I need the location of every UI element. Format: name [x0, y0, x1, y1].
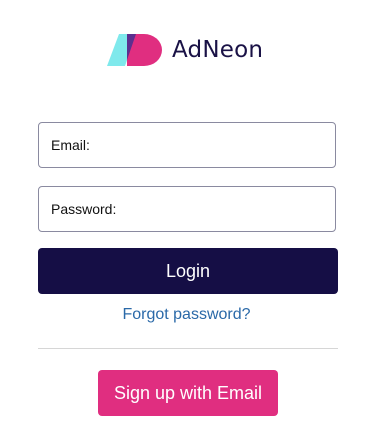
brand-name: AdNeon [172, 37, 264, 63]
divider [38, 348, 338, 349]
email-label: Email: [51, 137, 90, 153]
signup-email-button[interactable]: Sign up with Email [98, 370, 278, 416]
password-input[interactable] [116, 187, 335, 231]
email-input[interactable] [89, 123, 335, 167]
password-field[interactable]: Password: [38, 186, 336, 232]
email-field[interactable]: Email: [38, 122, 336, 168]
forgot-password-link[interactable]: Forgot password? [0, 306, 373, 324]
login-button[interactable]: Login [38, 248, 338, 294]
password-label: Password: [51, 201, 117, 217]
brand-logo: AdNeon [106, 30, 263, 70]
adneon-logo-icon [107, 34, 162, 66]
